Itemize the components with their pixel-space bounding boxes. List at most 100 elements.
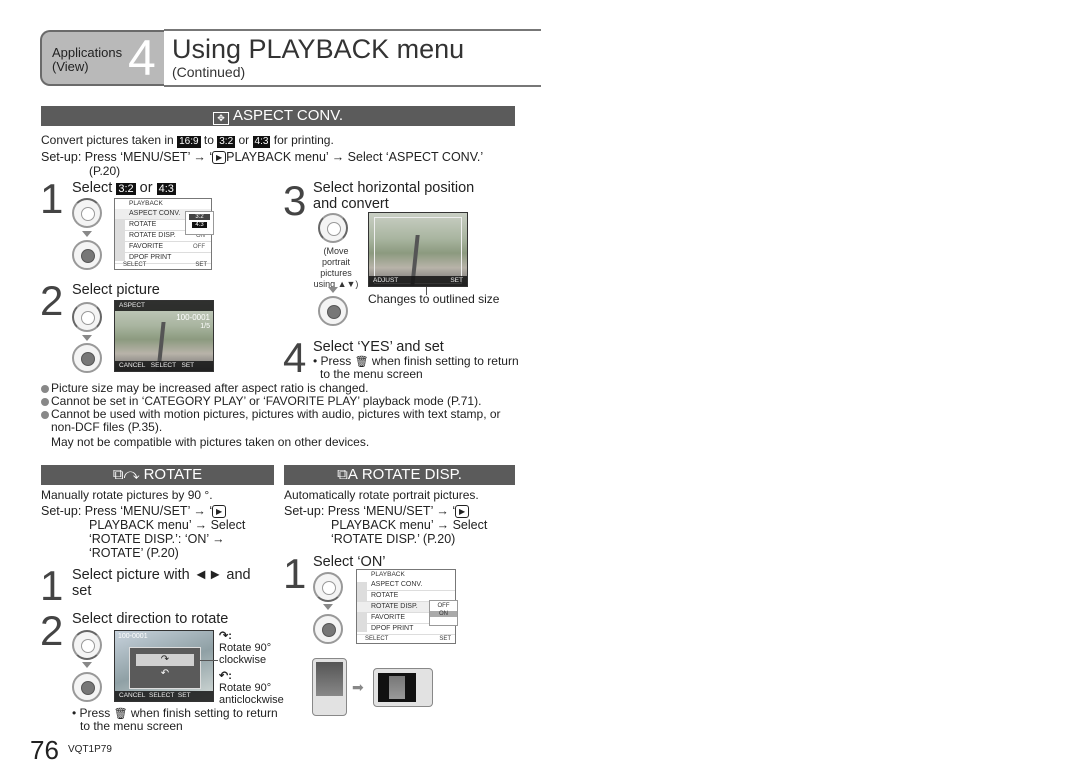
note-text: • Press bbox=[72, 706, 111, 720]
rotate-anticlockwise-legend: ↶: Rotate 90° anticlockwise bbox=[219, 670, 284, 706]
aspect-options-popup: 3:2 4:3 bbox=[185, 211, 214, 235]
step-number: 1 bbox=[40, 175, 64, 222]
step-title: Select picture bbox=[72, 282, 160, 298]
callout-line bbox=[200, 660, 218, 661]
note-continuation: non-DCF files (P.35). bbox=[51, 420, 163, 434]
rotate-disp-setup: Set-up: Press ‘MENU/SET’ → ‘▶ bbox=[284, 504, 470, 519]
camera-screen bbox=[316, 662, 343, 696]
cancel-label: CANCEL bbox=[119, 692, 146, 699]
rotate-anticlockwise-option: ↶ bbox=[160, 668, 170, 679]
playback-menu-screen: PLAYBACK ASPECT CONV. ROTATE ROTATE DISP… bbox=[356, 569, 458, 644]
intro-text: for printing. bbox=[273, 133, 334, 147]
set-label: SET bbox=[181, 362, 195, 369]
step-number: 1 bbox=[40, 562, 64, 609]
menu-set-dial-icon bbox=[72, 240, 102, 270]
rotate-setup-line: ‘ROTATE’ (P.20) bbox=[89, 546, 179, 560]
rotate-setup: Set-up: Press ‘MENU/SET’ → ‘▶ bbox=[41, 504, 227, 519]
option-3-2: 3:2 bbox=[189, 214, 210, 220]
select-label: SELECT bbox=[150, 362, 177, 369]
menu-item-label: FAVORITE bbox=[371, 614, 406, 621]
rotate-title: ROTATE bbox=[143, 466, 203, 483]
note-text: Cannot be used with motion pictures, pic… bbox=[51, 407, 501, 421]
menu-item-label: DPOF PRINT bbox=[371, 625, 414, 632]
on-off-popup: OFF ON bbox=[429, 600, 458, 626]
menu-item-label: ASPECT CONV. bbox=[129, 210, 181, 217]
note-text: Cannot be set in ‘CATEGORY PLAY’ or ‘FAV… bbox=[51, 394, 482, 408]
screen-top-bar: ASPECT bbox=[115, 301, 213, 311]
aspect-conv-icon: ✥ bbox=[212, 112, 229, 125]
aspect-conv-intro: Convert pictures taken in 16:9 to 3:2 or… bbox=[41, 133, 334, 148]
rotate-clockwise-option: ↷ bbox=[136, 654, 194, 666]
menu-footer-select: SELECT bbox=[365, 636, 389, 642]
screen-bottom-bar: CANCEL SELECT SET bbox=[115, 361, 213, 371]
menu-set-dial-icon bbox=[72, 343, 102, 373]
step-number: 2 bbox=[40, 607, 64, 654]
down-arrow-icon bbox=[82, 335, 92, 341]
down-arrow-icon bbox=[323, 604, 333, 610]
intro-text: to bbox=[203, 133, 214, 147]
convert-position-screen: ADJUST SET bbox=[368, 212, 468, 287]
rotate-icon: ⧉↷ bbox=[112, 466, 140, 483]
note-text: when finish setting to return bbox=[130, 706, 278, 720]
menu-item: ASPECT CONV. bbox=[357, 580, 455, 591]
set-label: SET bbox=[177, 692, 191, 699]
rotate-anticlockwise-icon: ↶: bbox=[219, 670, 232, 682]
playback-icon: ▶ bbox=[212, 505, 227, 519]
step-note-line2: to the menu screen bbox=[320, 367, 423, 381]
rotate-disp-icon: ⧉A bbox=[337, 466, 358, 483]
step-title-text: or bbox=[139, 180, 153, 196]
cursor-dial-icon bbox=[72, 630, 102, 660]
cursor-dial-icon bbox=[72, 198, 102, 228]
select-label: SELECT bbox=[149, 692, 175, 699]
step-title-line: Select horizontal position bbox=[313, 180, 475, 196]
screen-mode-label: ASPECT bbox=[119, 302, 146, 309]
aspect-picture-screen: ASPECT 100-0001 1/5 CANCEL SELECT SET bbox=[114, 300, 214, 372]
step-title-text: Select bbox=[72, 180, 113, 196]
chapter-number: 4 bbox=[128, 30, 156, 86]
cursor-dial-icon bbox=[318, 213, 348, 243]
bullet-icon bbox=[41, 411, 49, 419]
rotate-setup-line: PLAYBACK menu’ → Select bbox=[89, 518, 246, 532]
down-arrow-icon bbox=[82, 231, 92, 237]
menu-item-value: OFF bbox=[193, 244, 205, 250]
menu-item-label: ASPECT CONV. bbox=[371, 581, 423, 588]
menu-set-dial-icon bbox=[313, 614, 343, 644]
aspect-conv-setup-ref: (P.20) bbox=[89, 164, 121, 178]
move-portrait-note: (Move portrait pictures using ▲▼) bbox=[310, 246, 362, 290]
menu-footer-select: SELECT bbox=[123, 262, 147, 268]
step-number: 4 bbox=[283, 334, 307, 381]
aspect-conv-section-bar: ✥ ASPECT CONV. bbox=[41, 106, 515, 126]
down-arrow-icon bbox=[328, 287, 338, 293]
menu-item: FAVORITE OFF bbox=[115, 242, 211, 253]
page-number: 76 bbox=[30, 735, 59, 765]
screen-bottom-bar: ADJUST SET bbox=[369, 276, 467, 286]
rotate-direction-screen: 100-0001 ↷ ↶ CANCEL SELECT SET bbox=[114, 630, 214, 702]
rotate-section-bar: ⧉↷ ROTATE bbox=[41, 465, 274, 485]
menu-item-label: ROTATE DISP. bbox=[129, 232, 176, 239]
menu-set-dial-icon bbox=[318, 296, 348, 326]
step-number: 2 bbox=[40, 277, 64, 324]
aspect-badge-4-3: 4:3 bbox=[156, 183, 176, 195]
menu-heading: PLAYBACK bbox=[371, 571, 405, 578]
frame-count: 1/5 bbox=[200, 323, 210, 330]
note-extra: May not be compatible with pictures take… bbox=[51, 435, 370, 449]
setup-text: Set-up: Press ‘MENU/SET’ → ‘ bbox=[41, 150, 213, 164]
rotate-setup-line: ‘ROTATE DISP.’: ‘ON’ → bbox=[89, 532, 225, 546]
step-title: Select 3:2 or 4:3 bbox=[72, 180, 176, 196]
step-title-line2: set bbox=[72, 583, 92, 599]
playback-menu-screen: PLAYBACK ASPECT CONV. ROTATE ROTATE DISP… bbox=[114, 198, 214, 270]
step-title: Select ‘ON’ bbox=[313, 554, 386, 570]
menu-footer-set: SET bbox=[439, 636, 451, 642]
menu-item-label: ROTATE bbox=[129, 221, 157, 228]
rotate-disp-setup-line: PLAYBACK menu’ → Select bbox=[331, 518, 488, 532]
page-title: Using PLAYBACK menu bbox=[172, 34, 465, 64]
camera-screen bbox=[378, 673, 416, 702]
legend-text: clockwise bbox=[219, 654, 267, 666]
section-label-line2: (View) bbox=[52, 59, 89, 74]
file-number: 100-0001 bbox=[176, 313, 210, 322]
step-title: Select ‘YES’ and set bbox=[313, 339, 444, 355]
rotate-disp-intro: Automatically rotate portrait pictures. bbox=[284, 488, 479, 502]
aspect-badge-3-2: 3:2 bbox=[116, 183, 136, 195]
menu-item-label: FAVORITE bbox=[129, 243, 164, 250]
note-line: pictures bbox=[320, 268, 352, 278]
